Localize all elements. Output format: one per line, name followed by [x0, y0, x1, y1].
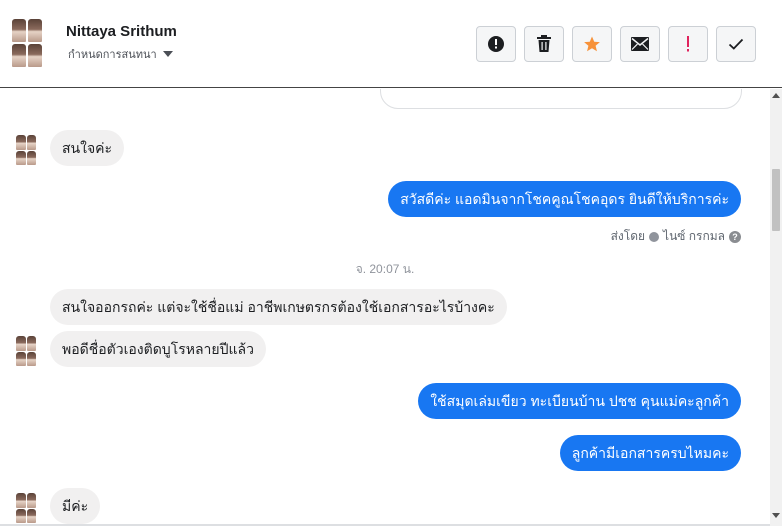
sent-by-info: ส่งโดย ไนซ์ กรกมล ? — [611, 227, 741, 246]
avatar[interactable] — [12, 19, 42, 67]
report-button[interactable] — [476, 26, 516, 62]
incoming-message[interactable]: สนใจออกรถค่ะ แต่จะใช้ชื่อแม่ อาชีพเกษตรก… — [50, 289, 507, 325]
sender-avatar — [16, 135, 36, 165]
conversation-header: Nittaya Srithum กำหนดการสนทนา — [0, 0, 782, 88]
envelope-icon — [631, 37, 649, 51]
sent-by-agent[interactable]: ไนซ์ กรกมล — [663, 227, 725, 246]
exclamation-icon — [687, 36, 689, 52]
conversation-status-label: กำหนดการสนทนา — [68, 49, 157, 61]
sent-by-prefix: ส่งโดย — [610, 229, 646, 243]
outgoing-message[interactable]: ลูกค้ามีเอกสารครบไหมคะ — [559, 435, 741, 471]
mark-important-button[interactable] — [668, 26, 708, 62]
previous-message-card — [380, 89, 742, 109]
trash-icon — [537, 35, 551, 52]
sender-avatar — [16, 336, 36, 366]
contact-name[interactable]: Nittaya Srithum — [66, 23, 177, 40]
verified-icon — [649, 231, 660, 242]
delete-button[interactable] — [524, 26, 564, 62]
toolbar — [476, 26, 756, 62]
scrollbar-thumb[interactable] — [772, 169, 780, 231]
alert-circle-icon — [488, 36, 504, 52]
help-icon[interactable]: ? — [729, 230, 741, 243]
incoming-message[interactable]: สนใจค่ะ — [50, 130, 125, 166]
incoming-message[interactable]: มีค่ะ — [50, 488, 101, 524]
outgoing-message[interactable]: สวัสดีค่ะ แอดมินจากโชคคูณโชคอุดร ยินดีให… — [388, 181, 741, 217]
star-icon — [584, 36, 600, 52]
message-thread[interactable]: สนใจค่ะ สวัสดีค่ะ แอดมินจากโชคคูณโชคอุดร… — [0, 89, 770, 526]
conversation-status-dropdown[interactable]: กำหนดการสนทนา — [68, 45, 173, 63]
caret-down-icon — [162, 51, 173, 57]
mark-unread-button[interactable] — [620, 26, 660, 62]
mark-done-button[interactable] — [716, 26, 756, 62]
scroll-up-arrow-icon[interactable] — [772, 93, 780, 98]
message-timestamp: จ. 20:07 น. — [355, 262, 415, 276]
scrollbar[interactable] — [770, 89, 782, 526]
outgoing-message[interactable]: ใช้สมุดเล่มเขียว ทะเบียนบ้าน ปชช คุนแม่ค… — [418, 383, 741, 419]
sender-avatar — [16, 493, 36, 523]
star-button[interactable] — [572, 26, 612, 62]
scroll-down-arrow-icon[interactable] — [772, 513, 780, 518]
incoming-message[interactable]: พอดีชื่อตัวเองติดบูโรหลายปีแล้ว — [50, 331, 266, 367]
checkmark-icon — [728, 38, 744, 50]
